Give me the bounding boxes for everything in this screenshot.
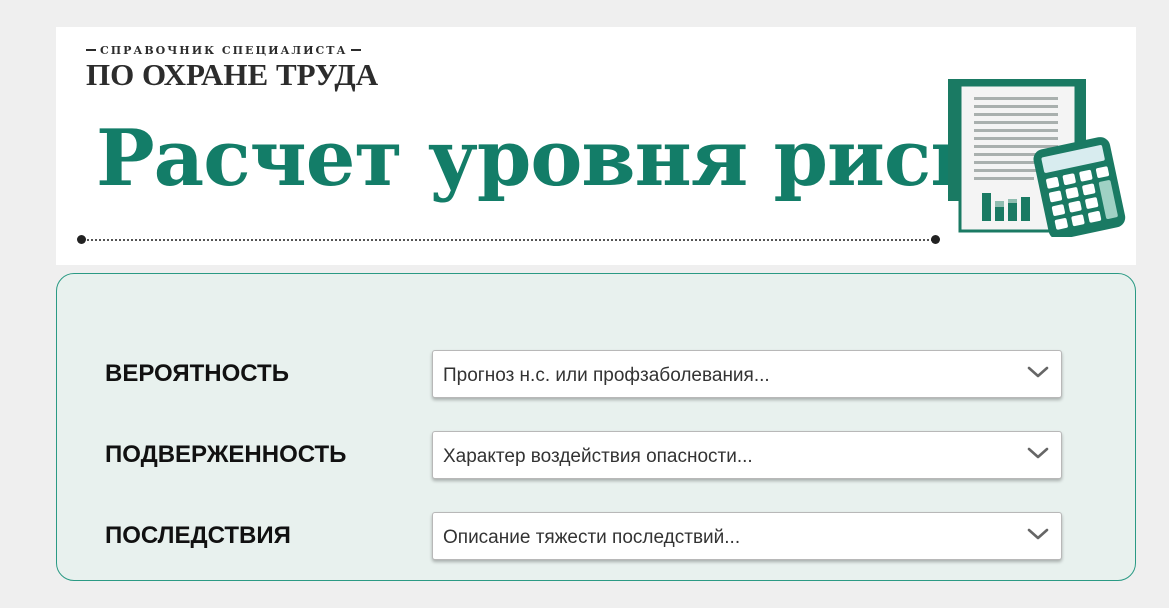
exposure-row: ПОДВЕРЖЕННОСТЬ Характер воздействия опас…: [57, 431, 1135, 479]
consequences-row: ПОСЛЕДСТВИЯ Описание тяжести последствий…: [57, 512, 1135, 560]
document-calculator-icon: [948, 79, 1126, 237]
chevron-down-icon: [1027, 366, 1049, 378]
exposure-select-value: Характер воздействия опасности...: [443, 446, 753, 467]
risk-form-panel: ВЕРОЯТНОСТЬ Прогноз н.с. или профзаболев…: [56, 273, 1136, 581]
consequences-label: ПОСЛЕДСТВИЯ: [105, 522, 291, 549]
overline-right-dash: [351, 49, 362, 51]
probability-row: ВЕРОЯТНОСТЬ Прогноз н.с. или профзаболев…: [57, 350, 1135, 398]
probability-label: ВЕРОЯТНОСТЬ: [105, 360, 289, 387]
overline-left-dash: [86, 49, 96, 51]
chevron-down-icon: [1027, 528, 1049, 540]
page-title: Расчет уровня риска: [96, 113, 1036, 204]
chevron-down-icon: [1027, 447, 1049, 459]
publication-title: ПО ОХРАНЕ ТРУДА: [86, 57, 379, 92]
publication-overline: СПРАВОЧНИК СПЕЦИАЛИСТА: [86, 42, 362, 58]
divider-right-dot: [931, 235, 940, 244]
header-banner: СПРАВОЧНИК СПЕЦИАЛИСТА ПО ОХРАНЕ ТРУДА Р…: [56, 27, 1136, 265]
exposure-label: ПОДВЕРЖЕННОСТЬ: [105, 441, 347, 468]
probability-select-value: Прогноз н.с. или профзаболевания...: [443, 365, 770, 386]
dotted-divider: [82, 239, 937, 241]
exposure-select[interactable]: Характер воздействия опасности...: [432, 431, 1062, 479]
divider-left-dot: [77, 235, 86, 244]
consequences-select[interactable]: Описание тяжести последствий...: [432, 512, 1062, 560]
consequences-select-value: Описание тяжести последствий...: [443, 527, 741, 548]
probability-select[interactable]: Прогноз н.с. или профзаболевания...: [432, 350, 1062, 398]
overline-text: СПРАВОЧНИК СПЕЦИАЛИСТА: [100, 43, 348, 57]
